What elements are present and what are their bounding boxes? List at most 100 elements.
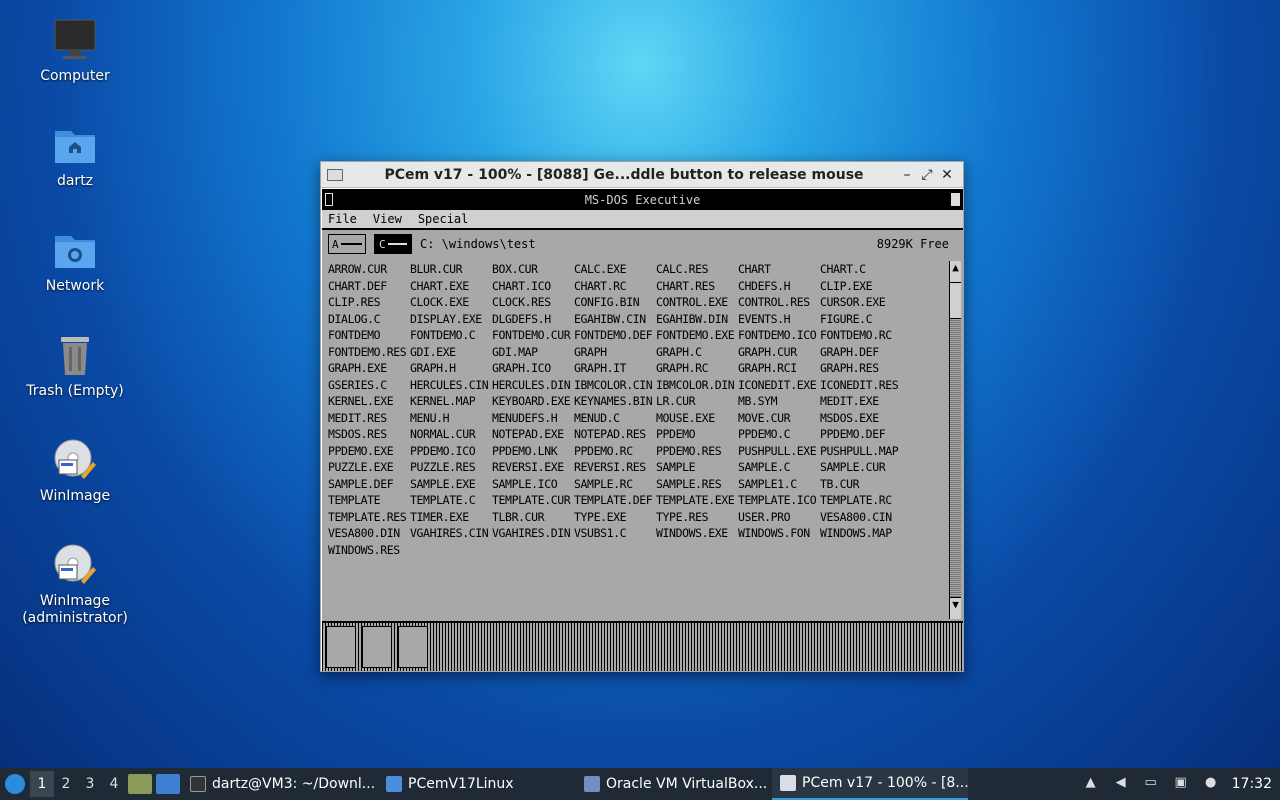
file-item[interactable]: CHART.DEF bbox=[328, 278, 410, 295]
task-terminal[interactable]: dartz@VM3: ~/Downl... bbox=[182, 768, 378, 800]
file-item[interactable]: SAMPLE.CUR bbox=[820, 459, 902, 476]
file-item[interactable]: REVERSI.EXE bbox=[492, 459, 574, 476]
file-item[interactable]: TLBR.CUR bbox=[492, 509, 574, 526]
file-item[interactable]: EVENTS.H bbox=[738, 311, 820, 328]
file-manager-launcher-icon[interactable] bbox=[128, 774, 152, 794]
workspace-4[interactable]: 4 bbox=[102, 776, 126, 792]
file-item[interactable]: PUSHPULL.MAP bbox=[820, 443, 902, 460]
pcem-window[interactable]: PCem v17 - 100% - [8088] Ge...ddle butto… bbox=[320, 161, 964, 672]
file-item[interactable]: NORMAL.CUR bbox=[410, 426, 492, 443]
file-item[interactable]: WINDOWS.MAP bbox=[820, 525, 902, 542]
file-item[interactable]: GRAPH.RC bbox=[656, 360, 738, 377]
file-item[interactable]: SAMPLE1.C bbox=[738, 476, 820, 493]
file-item[interactable]: SAMPLE.C bbox=[738, 459, 820, 476]
file-item[interactable]: MSDOS.RES bbox=[328, 426, 410, 443]
file-item[interactable]: IBMCOLOR.DIN bbox=[656, 377, 738, 394]
file-item[interactable]: CLOCK.EXE bbox=[410, 294, 492, 311]
desktop-icon-network[interactable]: Network bbox=[14, 226, 136, 295]
file-item[interactable]: KERNEL.EXE bbox=[328, 393, 410, 410]
file-item[interactable]: GRAPH.RCI bbox=[738, 360, 820, 377]
file-item[interactable]: PPDEMO.C bbox=[738, 426, 820, 443]
file-item[interactable]: FONTDEMO.C bbox=[410, 327, 492, 344]
file-item[interactable]: FONTDEMO bbox=[328, 327, 410, 344]
file-item[interactable]: MEDIT.RES bbox=[328, 410, 410, 427]
menu-view[interactable]: View bbox=[373, 212, 402, 226]
desktop-icon-winimage-admin[interactable]: WinImage (administrator) bbox=[14, 541, 136, 627]
file-item[interactable]: TYPE.RES bbox=[656, 509, 738, 526]
file-item[interactable]: CHDEFS.H bbox=[738, 278, 820, 295]
file-item[interactable]: FONTDEMO.EXE bbox=[656, 327, 738, 344]
file-item[interactable]: NOTEPAD.RES bbox=[574, 426, 656, 443]
file-item[interactable]: MENUD.C bbox=[574, 410, 656, 427]
clipboard-tray-icon[interactable]: ▭ bbox=[1142, 775, 1160, 793]
update-notifier-icon[interactable]: ● bbox=[1202, 775, 1220, 793]
window-titlebar[interactable]: PCem v17 - 100% - [8088] Ge...ddle butto… bbox=[321, 162, 963, 188]
file-item[interactable]: IBMCOLOR.CIN bbox=[574, 377, 656, 394]
menu-special[interactable]: Special bbox=[418, 212, 469, 226]
file-item[interactable]: GRAPH.CUR bbox=[738, 344, 820, 361]
file-item[interactable]: GDI.MAP bbox=[492, 344, 574, 361]
file-item[interactable]: TEMPLATE.EXE bbox=[656, 492, 738, 509]
file-item[interactable]: CLIP.EXE bbox=[820, 278, 902, 295]
pcem-app-icon[interactable] bbox=[327, 168, 343, 181]
file-item[interactable]: PPDEMO.DEF bbox=[820, 426, 902, 443]
file-item[interactable]: HERCULES.CIN bbox=[410, 377, 492, 394]
file-item[interactable]: FONTDEMO.CUR bbox=[492, 327, 574, 344]
file-item[interactable]: PUZZLE.EXE bbox=[328, 459, 410, 476]
file-item[interactable]: GRAPH bbox=[574, 344, 656, 361]
scroll-down-arrow-icon[interactable]: ▼ bbox=[950, 597, 961, 619]
file-item[interactable]: DLGDEFS.H bbox=[492, 311, 574, 328]
file-item[interactable]: MSDOS.EXE bbox=[820, 410, 902, 427]
tray-up-arrow-icon[interactable]: ▲ bbox=[1082, 775, 1100, 793]
file-item[interactable]: LR.CUR bbox=[656, 393, 738, 410]
scroll-thumb[interactable] bbox=[950, 283, 961, 319]
file-item[interactable]: BOX.CUR bbox=[492, 261, 574, 278]
file-item[interactable]: CHART.RES bbox=[656, 278, 738, 295]
file-item[interactable]: ICONEDIT.EXE bbox=[738, 377, 820, 394]
file-item[interactable]: FONTDEMO.ICO bbox=[738, 327, 820, 344]
file-item[interactable]: FONTDEMO.RES bbox=[328, 344, 410, 361]
task-virtualbox[interactable]: Oracle VM VirtualBox... bbox=[576, 768, 772, 800]
clock-icon[interactable] bbox=[362, 626, 392, 668]
file-item[interactable]: VESA800.DIN bbox=[328, 525, 410, 542]
task-pcem[interactable]: PCem v17 - 100% - [8... bbox=[772, 768, 968, 800]
workspace-3[interactable]: 3 bbox=[78, 776, 102, 792]
file-item[interactable]: ICONEDIT.RES bbox=[820, 377, 902, 394]
file-item[interactable]: CHART.ICO bbox=[492, 278, 574, 295]
drive-c-icon[interactable]: C bbox=[374, 234, 412, 254]
file-item[interactable]: PPDEMO bbox=[656, 426, 738, 443]
desktop-icon-trash[interactable]: Trash (Empty) bbox=[14, 331, 136, 400]
file-item[interactable]: KEYNAMES.BIN bbox=[574, 393, 656, 410]
file-item[interactable]: WINDOWS.FON bbox=[738, 525, 820, 542]
vertical-scrollbar[interactable]: ▲ ▼ bbox=[949, 261, 961, 619]
file-item[interactable]: SAMPLE.RES bbox=[656, 476, 738, 493]
desktop-icon-dartz[interactable]: dartz bbox=[14, 121, 136, 190]
file-item[interactable]: PPDEMO.EXE bbox=[328, 443, 410, 460]
file-item[interactable]: PPDEMO.LNK bbox=[492, 443, 574, 460]
file-item[interactable]: CONFIG.BIN bbox=[574, 294, 656, 311]
file-item[interactable]: CHART.C bbox=[820, 261, 902, 278]
file-item[interactable]: TEMPLATE.RES bbox=[328, 509, 410, 526]
file-item[interactable]: MEDIT.EXE bbox=[820, 393, 902, 410]
file-item[interactable]: GRAPH.ICO bbox=[492, 360, 574, 377]
file-item[interactable]: CONTROL.EXE bbox=[656, 294, 738, 311]
maximize-button[interactable]: ⤢ bbox=[917, 167, 937, 183]
file-item[interactable]: MOUSE.EXE bbox=[656, 410, 738, 427]
file-item[interactable]: CALC.RES bbox=[656, 261, 738, 278]
file-item[interactable]: MB.SYM bbox=[738, 393, 820, 410]
file-item[interactable]: DIALOG.C bbox=[328, 311, 410, 328]
file-item[interactable]: MENU.H bbox=[410, 410, 492, 427]
file-item[interactable]: CONTROL.RES bbox=[738, 294, 820, 311]
file-item[interactable]: SAMPLE.RC bbox=[574, 476, 656, 493]
file-item[interactable]: FIGURE.C bbox=[820, 311, 902, 328]
file-item[interactable]: CHART.EXE bbox=[410, 278, 492, 295]
file-item[interactable]: DISPLAY.EXE bbox=[410, 311, 492, 328]
file-item[interactable]: HERCULES.DIN bbox=[492, 377, 574, 394]
file-item[interactable]: VSUBS1.C bbox=[574, 525, 656, 542]
file-item[interactable]: TEMPLATE.ICO bbox=[738, 492, 820, 509]
file-item[interactable]: GRAPH.EXE bbox=[328, 360, 410, 377]
file-item[interactable]: WINDOWS.RES bbox=[328, 542, 410, 559]
system-menu-box[interactable] bbox=[325, 193, 333, 206]
file-item[interactable]: CURSOR.EXE bbox=[820, 294, 902, 311]
file-item[interactable]: TEMPLATE.C bbox=[410, 492, 492, 509]
